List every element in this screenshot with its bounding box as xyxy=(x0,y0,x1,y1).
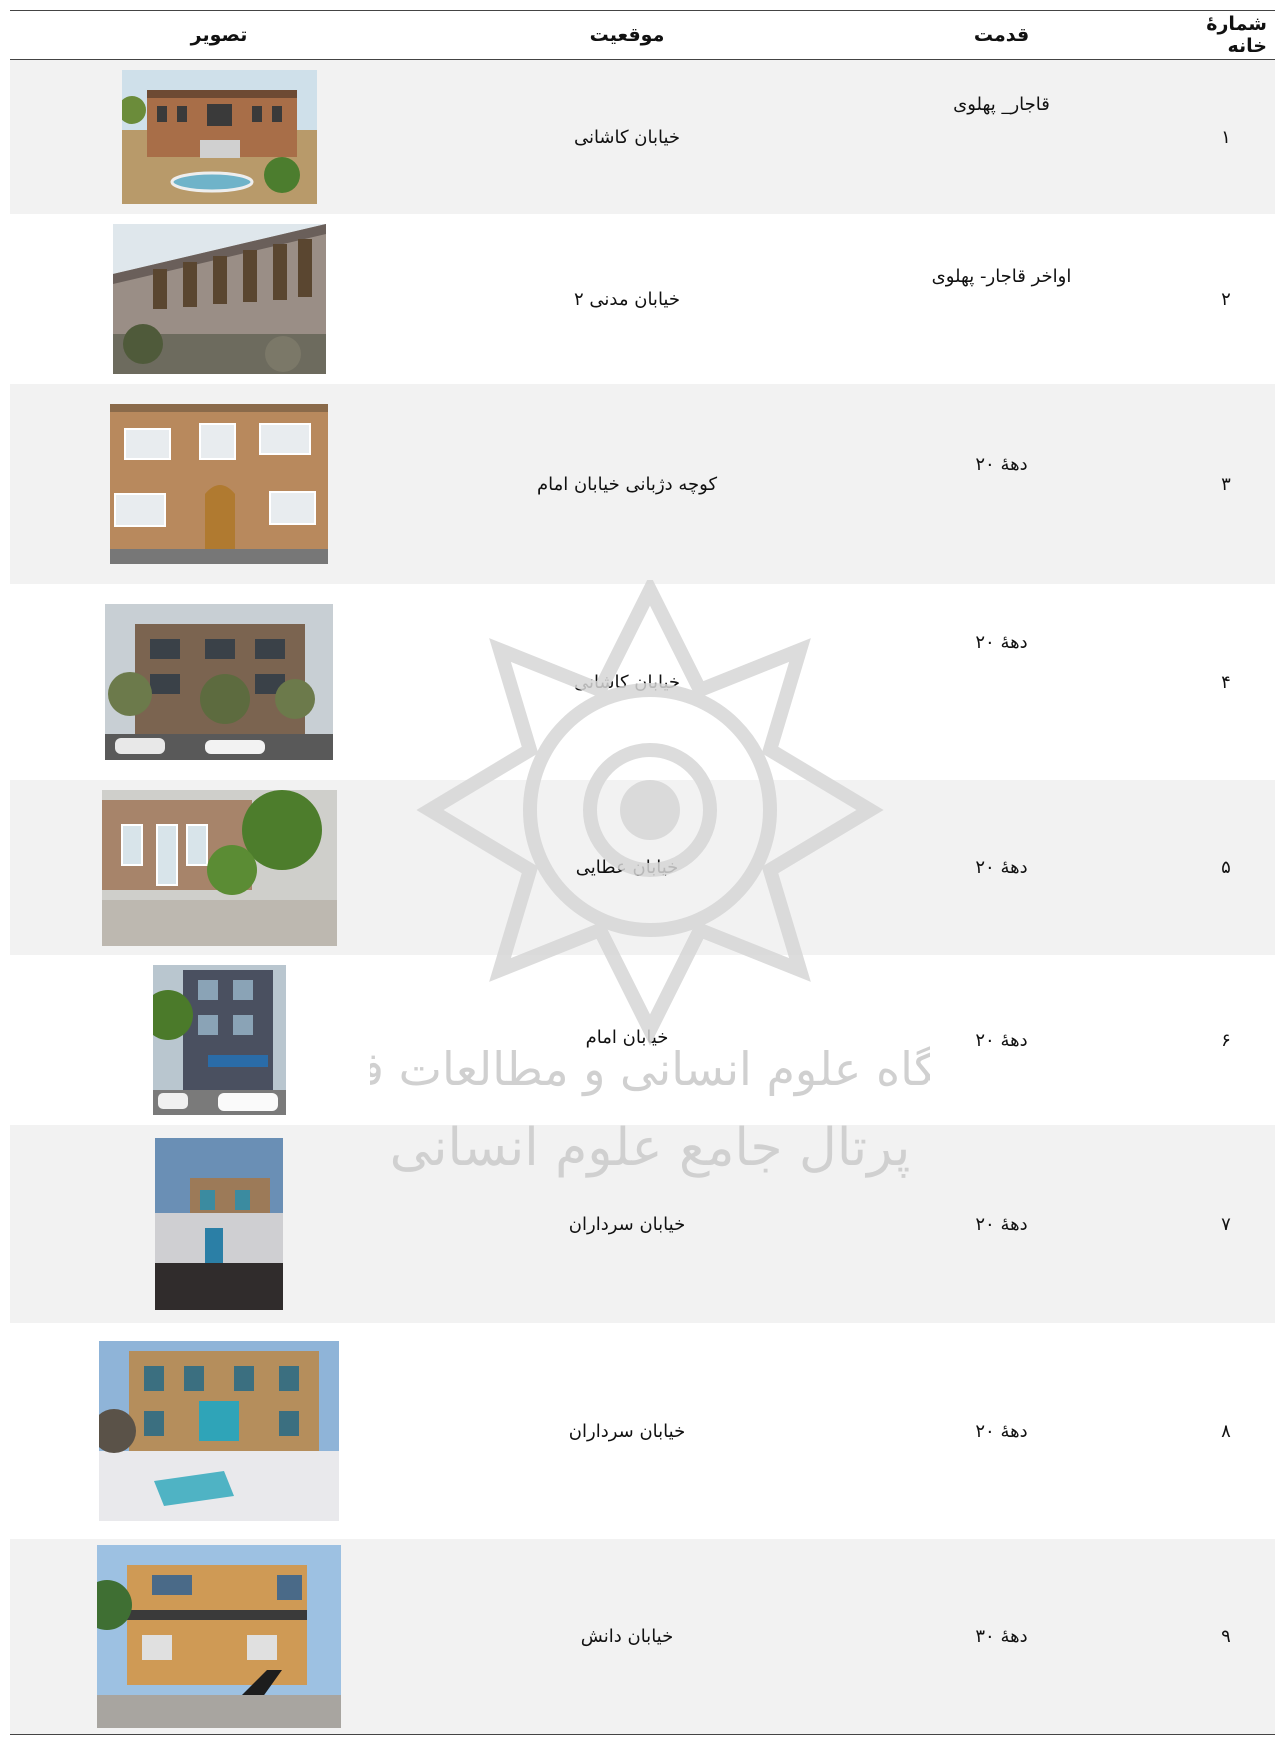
house-photo xyxy=(152,965,286,1115)
house-location: خیابان عطایی xyxy=(575,857,679,878)
house-number: ۲ xyxy=(1221,288,1231,310)
house-photo xyxy=(155,1138,283,1310)
header-number: شمارهٔ خانه xyxy=(1206,13,1267,57)
table-row: ۶ دهۀ ۲۰ خیابان امام xyxy=(10,955,1275,1125)
house-age: دهۀ ۲۰ xyxy=(975,632,1028,653)
house-location: خیابان مدنی ۲ xyxy=(574,288,680,310)
house-location: خیابان سرداران xyxy=(568,1213,686,1235)
house-photo xyxy=(99,1341,339,1521)
table-header: شمارهٔ خانه قدمت موقعیت تصویر xyxy=(10,11,1275,60)
house-age: دهۀ ۳۰ xyxy=(975,1626,1028,1647)
house-number: ۸ xyxy=(1221,1420,1231,1442)
table-row: ۴ دهۀ ۲۰ خیابان کاشانی xyxy=(10,584,1275,780)
house-photo-cell xyxy=(10,955,428,1125)
table-row: ۹ دهۀ ۳۰ خیابان دانش xyxy=(10,1539,1275,1735)
houses-table: شمارهٔ خانه قدمت موقعیت تصویر ۱ قاجار_ پ… xyxy=(10,10,1275,1735)
house-number: ۴ xyxy=(1221,671,1231,693)
house-photo-cell xyxy=(10,384,428,584)
house-age: دهۀ ۲۰ xyxy=(975,857,1028,878)
house-photo-cell xyxy=(10,584,428,780)
house-number: ۵ xyxy=(1221,857,1231,878)
table-row: ۳ دهۀ ۲۰ کوچه دژبانی خیابان امام xyxy=(10,384,1275,584)
house-photo xyxy=(112,224,326,374)
house-photo-cell xyxy=(10,1125,428,1323)
house-age: دهۀ ۲۰ xyxy=(975,1420,1028,1442)
house-number: ۶ xyxy=(1221,1029,1231,1051)
table-row: ۸ دهۀ ۲۰ خیابان سرداران xyxy=(10,1323,1275,1539)
house-age: قاجار_ پهلوی xyxy=(953,94,1050,115)
house-photo-cell xyxy=(10,780,428,955)
header-image: تصویر xyxy=(190,24,248,46)
house-photo xyxy=(121,70,317,204)
table-row: ۵ دهۀ ۲۰ خیابان عطایی xyxy=(10,780,1275,955)
house-age: دهۀ ۲۰ xyxy=(975,1029,1028,1051)
house-location: خیابان کاشانی xyxy=(573,671,681,693)
table-row: ۷ دهۀ ۲۰ خیابان سرداران xyxy=(10,1125,1275,1323)
house-number: ۳ xyxy=(1221,473,1231,495)
house-location: خیابان امام xyxy=(585,1027,669,1048)
house-number: ۱ xyxy=(1221,126,1231,148)
table-row: ۲ اواخر قاجار- پهلوی خیابان مدنی ۲ xyxy=(10,214,1275,384)
house-photo-cell xyxy=(10,214,428,384)
header-age: قدمت xyxy=(973,24,1030,46)
house-photo xyxy=(110,404,328,564)
house-photo xyxy=(105,604,333,760)
house-location: خیابان کاشانی xyxy=(573,126,681,148)
house-location: خیابان دانش xyxy=(580,1626,674,1647)
house-photo-cell xyxy=(10,60,428,214)
house-number: ۹ xyxy=(1221,1626,1231,1647)
house-location: کوچه دژبانی خیابان امام xyxy=(536,473,718,495)
house-photo xyxy=(101,789,337,946)
house-number: ۷ xyxy=(1221,1213,1231,1235)
house-photo-cell xyxy=(10,1539,428,1734)
house-age: اواخر قاجار- پهلوی xyxy=(931,266,1072,287)
house-age: دهۀ ۲۰ xyxy=(975,454,1028,475)
house-photo-cell xyxy=(10,1323,428,1539)
house-location: خیابان سرداران xyxy=(568,1420,686,1442)
header-location: موقعیت xyxy=(589,24,665,46)
house-age: دهۀ ۲۰ xyxy=(975,1213,1028,1235)
table-row: ۱ قاجار_ پهلوی خیابان کاشانی xyxy=(10,60,1275,214)
house-photo xyxy=(97,1545,341,1728)
